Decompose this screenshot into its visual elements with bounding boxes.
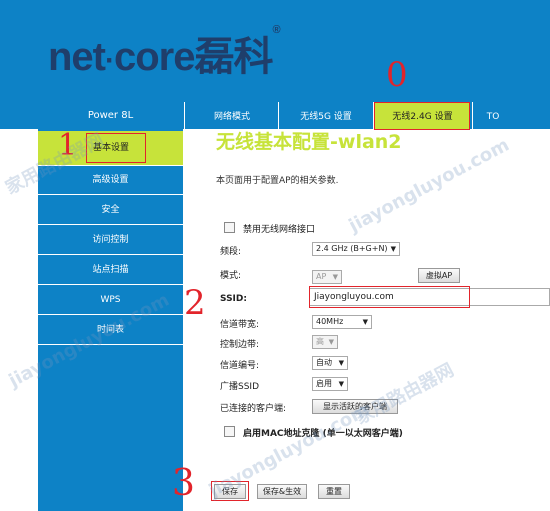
sideband-value: 高: [316, 337, 324, 346]
mode-label: 模式:: [220, 271, 242, 281]
broadcast-value: 启用: [316, 379, 332, 388]
nav-divider: [184, 102, 185, 129]
chevron-down-icon: ▼: [328, 338, 334, 346]
mode-value: AP: [316, 272, 327, 281]
channel-bandwidth-label: 信道带宽:: [220, 320, 260, 330]
annotation-step-3: 3: [172, 463, 195, 504]
logo-text: net: [48, 35, 106, 79]
broadcast-ssid-label: 广播SSID: [220, 382, 260, 392]
save-apply-button[interactable]: 保存&生效: [257, 484, 307, 499]
sidebar-item-security[interactable]: 安全: [38, 196, 183, 225]
broadcast-ssid-select[interactable]: 启用 ▼: [312, 377, 348, 391]
annotation-box-tab: [374, 102, 470, 130]
annotation-step-2: 2: [184, 283, 206, 323]
sidebar-item-site-survey[interactable]: 站点扫描: [38, 256, 183, 285]
tab-wireless-5g[interactable]: 无线5G 设置: [280, 102, 372, 129]
nav-divider: [472, 102, 473, 129]
virtual-ap-button[interactable]: 虚拟AP: [418, 268, 460, 283]
chevron-down-icon: ▼: [338, 359, 344, 367]
reset-button[interactable]: 重置: [318, 484, 350, 499]
disable-wireless-checkbox[interactable]: [224, 222, 235, 233]
page-title: 无线基本配置-wlan2: [216, 131, 402, 153]
nav-divider: [278, 102, 279, 129]
netcore-logo: net·core磊科®: [48, 24, 281, 82]
header-banner: net·core磊科®: [0, 0, 550, 102]
annotation-box-ssid: [309, 286, 470, 308]
logo-registered: ®: [272, 24, 281, 36]
mac-clone-checkbox[interactable]: [224, 426, 235, 437]
chevron-down-icon: ▼: [390, 245, 396, 253]
annotation-step-0: 0: [386, 55, 408, 95]
band-label: 频段:: [220, 247, 242, 257]
tab-network-mode[interactable]: 网络模式: [187, 102, 277, 129]
logo-chinese: 磊科: [194, 35, 274, 79]
bandwidth-value: 40MHz: [316, 317, 344, 326]
model-name: Power 8L: [38, 102, 183, 129]
chevron-down-icon: ▼: [332, 273, 338, 281]
ssid-label: SSID:: [220, 294, 247, 304]
tab-more[interactable]: TO: [478, 102, 508, 129]
logo-text-2: core: [114, 35, 195, 79]
chevron-down-icon: ▼: [362, 318, 368, 326]
mode-select[interactable]: AP ▼: [312, 270, 342, 284]
control-sideband-select[interactable]: 高 ▼: [312, 335, 338, 349]
band-select[interactable]: 2.4 GHz (B+G+N) ▼: [312, 242, 400, 256]
channel-number-label: 信道编号:: [220, 361, 260, 371]
page-description: 本页面用于配置AP的相关参数.: [216, 176, 339, 186]
logo-dot: ·: [105, 44, 115, 77]
connected-clients-label: 已连接的客户端:: [220, 404, 287, 414]
channel-value: 自动: [316, 358, 332, 367]
channel-bandwidth-select[interactable]: 40MHz ▼: [312, 315, 372, 329]
chevron-down-icon: ▼: [338, 380, 344, 388]
control-sideband-label: 控制边带:: [220, 340, 260, 350]
channel-number-select[interactable]: 自动 ▼: [312, 356, 348, 370]
band-value: 2.4 GHz (B+G+N): [316, 244, 388, 253]
disable-wireless-label: 禁用无线网络接口: [243, 225, 316, 235]
sidebar-item-access-control[interactable]: 访问控制: [38, 226, 183, 255]
